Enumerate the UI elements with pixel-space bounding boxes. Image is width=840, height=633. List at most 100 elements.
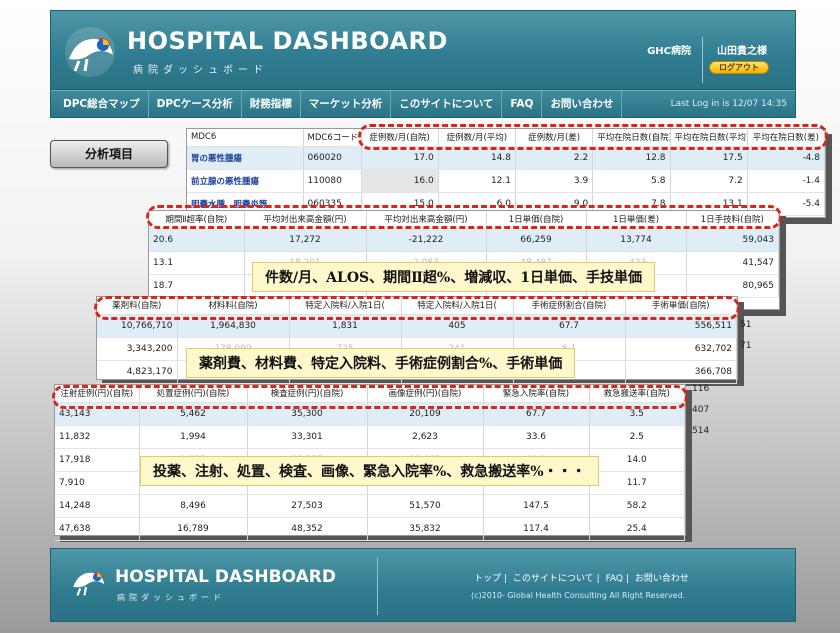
table-cell: 5.8 bbox=[592, 169, 671, 193]
table-header-row: 薬剤料(自院) 材料料(自院) 特定入院料/入院1日( 特定入院料/入院1日( … bbox=[97, 297, 737, 315]
table-cell: 14.0 bbox=[589, 448, 685, 472]
column-header: 平均在院日数(自院) bbox=[592, 129, 671, 147]
table-cell[interactable]: 胃の悪性腫瘍 bbox=[187, 146, 304, 170]
table-cell: 117.4 bbox=[483, 517, 590, 541]
nav-item-market[interactable]: マーケット分析 bbox=[301, 90, 392, 118]
callout-procedure: 投薬、注射、処置、検査、画像、緊急入院率%、救急搬送率%・・・ bbox=[140, 456, 599, 486]
header-divider bbox=[702, 37, 703, 83]
table-cell: -21,222 bbox=[366, 228, 487, 252]
table-cell: 67.7 bbox=[483, 402, 590, 426]
case-table-card: MDC6 MDC6コード 症例数/月(自院) 症例数/月(平均) 症例数/月(差… bbox=[186, 128, 826, 218]
table-cell: 8,496 bbox=[139, 494, 248, 518]
table-row[interactable]: 前立腺の悪性腫瘍 110080 16.0 12.1 3.9 5.8 7.2 -1… bbox=[187, 169, 826, 193]
table-cell: 1,964,830 bbox=[177, 314, 290, 338]
table-cell: 33.6 bbox=[483, 425, 590, 449]
table-cell: 2.2 bbox=[515, 146, 594, 170]
table-cell: -4.8 bbox=[747, 146, 826, 170]
table-cell: 18.7 bbox=[149, 274, 245, 298]
nav-item-contact[interactable]: お問い合わせ bbox=[542, 90, 623, 118]
side-value: 407 bbox=[692, 405, 710, 415]
table-cell: 59,043 bbox=[686, 228, 779, 252]
table-row[interactable]: 43,143 5,462 35,300 20,109 67.7 3.5 bbox=[55, 402, 685, 426]
column-header: 手術症例割合(自院) bbox=[513, 297, 626, 315]
table-cell: 12.1 bbox=[438, 169, 517, 193]
table-cell: 13.1 bbox=[149, 251, 245, 275]
nav-item-faq[interactable]: FAQ bbox=[502, 90, 543, 118]
logout-button[interactable]: ログアウト bbox=[709, 61, 769, 74]
table-row[interactable]: 胃の悪性腫瘍 060020 17.0 14.8 2.2 12.8 17.5 -4… bbox=[187, 146, 826, 170]
table-cell: 47,638 bbox=[55, 517, 140, 541]
table-cell[interactable]: 前立腺の悪性腫瘍 bbox=[187, 169, 304, 193]
nav-item-about[interactable]: このサイトについて bbox=[391, 90, 503, 118]
table-cell: 2,623 bbox=[367, 425, 484, 449]
table-row[interactable]: 11,832 1,994 33,301 2,623 33.6 2.5 bbox=[55, 425, 685, 449]
table-cell: 147.5 bbox=[483, 494, 590, 518]
last-login: Last Log in is 12/07 14:35 bbox=[670, 99, 787, 109]
footer-link-contact[interactable]: お問い合わせ bbox=[632, 574, 692, 584]
footer-logo-icon bbox=[73, 572, 105, 596]
table-cell: 4,823,170 bbox=[97, 360, 178, 384]
table-cell: 17,918 bbox=[55, 448, 140, 472]
table-cell: 66,259 bbox=[486, 228, 587, 252]
table-cell: 16.0 bbox=[361, 169, 439, 193]
table-row[interactable]: 10,766,710 1,964,830 1,831 405 67.7 556,… bbox=[97, 314, 737, 338]
table-row[interactable]: 20.6 17,272 -21,222 66,259 13,774 59,043 bbox=[149, 228, 779, 252]
column-header: 検査症例(円)(自院) bbox=[247, 385, 368, 403]
table-cell: 27,503 bbox=[247, 494, 368, 518]
column-header: 1日手技料(自院) bbox=[686, 211, 779, 229]
main-nav: DPC総合マップ DPCケース分析 財務指標 マーケット分析 このサイトについて… bbox=[50, 90, 796, 118]
footer-link-faq[interactable]: FAQ bbox=[603, 574, 626, 584]
table-cell: 11.7 bbox=[589, 471, 685, 495]
column-header: 1日単価(差) bbox=[586, 211, 687, 229]
footer-logo-title: HOSPITAL DASHBOARD bbox=[115, 567, 336, 587]
table-cell: 58.2 bbox=[589, 494, 685, 518]
nav-item-dpc-map[interactable]: DPC総合マップ bbox=[51, 90, 149, 118]
table-cell: 67.7 bbox=[513, 314, 626, 338]
side-value: 116 bbox=[692, 384, 710, 394]
table-cell: 17.5 bbox=[670, 146, 748, 170]
column-header: 救急搬送率(自院) bbox=[589, 385, 685, 403]
site-footer: HOSPITAL DASHBOARD 病院ダッシュボード トップ | このサイトに… bbox=[50, 548, 796, 622]
table-cell: 3.9 bbox=[515, 169, 594, 193]
footer-link-top[interactable]: トップ bbox=[471, 574, 504, 584]
table-cell: 405 bbox=[401, 314, 514, 338]
table-cell: 632,702 bbox=[625, 337, 737, 361]
column-header: 緊急入院率(自院) bbox=[483, 385, 590, 403]
table-cell: 1,994 bbox=[139, 425, 248, 449]
table-cell: 366,708 bbox=[625, 360, 737, 384]
copyright: (c)2010- Global Health Consulting All Ri… bbox=[471, 591, 686, 600]
table-cell: 20.6 bbox=[149, 228, 245, 252]
column-header: 特定入院料/入院1日( bbox=[401, 297, 514, 315]
table-cell: 14.8 bbox=[438, 146, 517, 170]
column-header: 処置症例(円)(自院) bbox=[139, 385, 248, 403]
table-cell: 20,109 bbox=[367, 402, 484, 426]
table-row[interactable]: 47,638 16,789 48,352 35,832 117.4 25.4 bbox=[55, 517, 685, 541]
nav-item-dpc-case[interactable]: DPCケース分析 bbox=[149, 90, 242, 118]
column-header: MDC6 bbox=[187, 129, 304, 147]
table-cell: 5,462 bbox=[139, 402, 248, 426]
table-cell: 51,570 bbox=[367, 494, 484, 518]
table-row[interactable]: 14,248 8,496 27,503 51,570 147.5 58.2 bbox=[55, 494, 685, 518]
table-cell: 14,248 bbox=[55, 494, 140, 518]
column-header: 症例数/月(平均) bbox=[438, 129, 517, 147]
nav-item-finance[interactable]: 財務指標 bbox=[242, 90, 301, 118]
site-header: HOSPITAL DASHBOARD 病院ダッシュボード GHC病院 山田貴之様… bbox=[50, 10, 796, 90]
footer-link-about[interactable]: このサイトについて bbox=[510, 574, 597, 584]
column-header: 平均対出来高金額(円) bbox=[244, 211, 367, 229]
table-cell: 3,343,200 bbox=[97, 337, 178, 361]
footer-links: トップ | このサイトについて | FAQ | お問い合わせ bbox=[471, 571, 692, 584]
hospital-name: GHC病院 bbox=[647, 46, 691, 57]
logo-icon bbox=[65, 27, 115, 77]
table-cell: 3.5 bbox=[589, 402, 685, 426]
column-header: 注射症例(円)(自院) bbox=[55, 385, 140, 403]
column-header: 平均在院日数(差) bbox=[747, 129, 826, 147]
table-cell: 110080 bbox=[303, 169, 362, 193]
table-cell: 33,301 bbox=[247, 425, 368, 449]
column-header: 薬剤料(自院) bbox=[97, 297, 178, 315]
table-cell: 80,965 bbox=[686, 274, 779, 298]
analysis-items-button[interactable]: 分析項目 bbox=[50, 140, 168, 168]
side-value: 514 bbox=[692, 426, 710, 436]
table-cell: 11,832 bbox=[55, 425, 140, 449]
table-cell: 16,789 bbox=[139, 517, 248, 541]
side-value: 51 bbox=[740, 320, 752, 330]
